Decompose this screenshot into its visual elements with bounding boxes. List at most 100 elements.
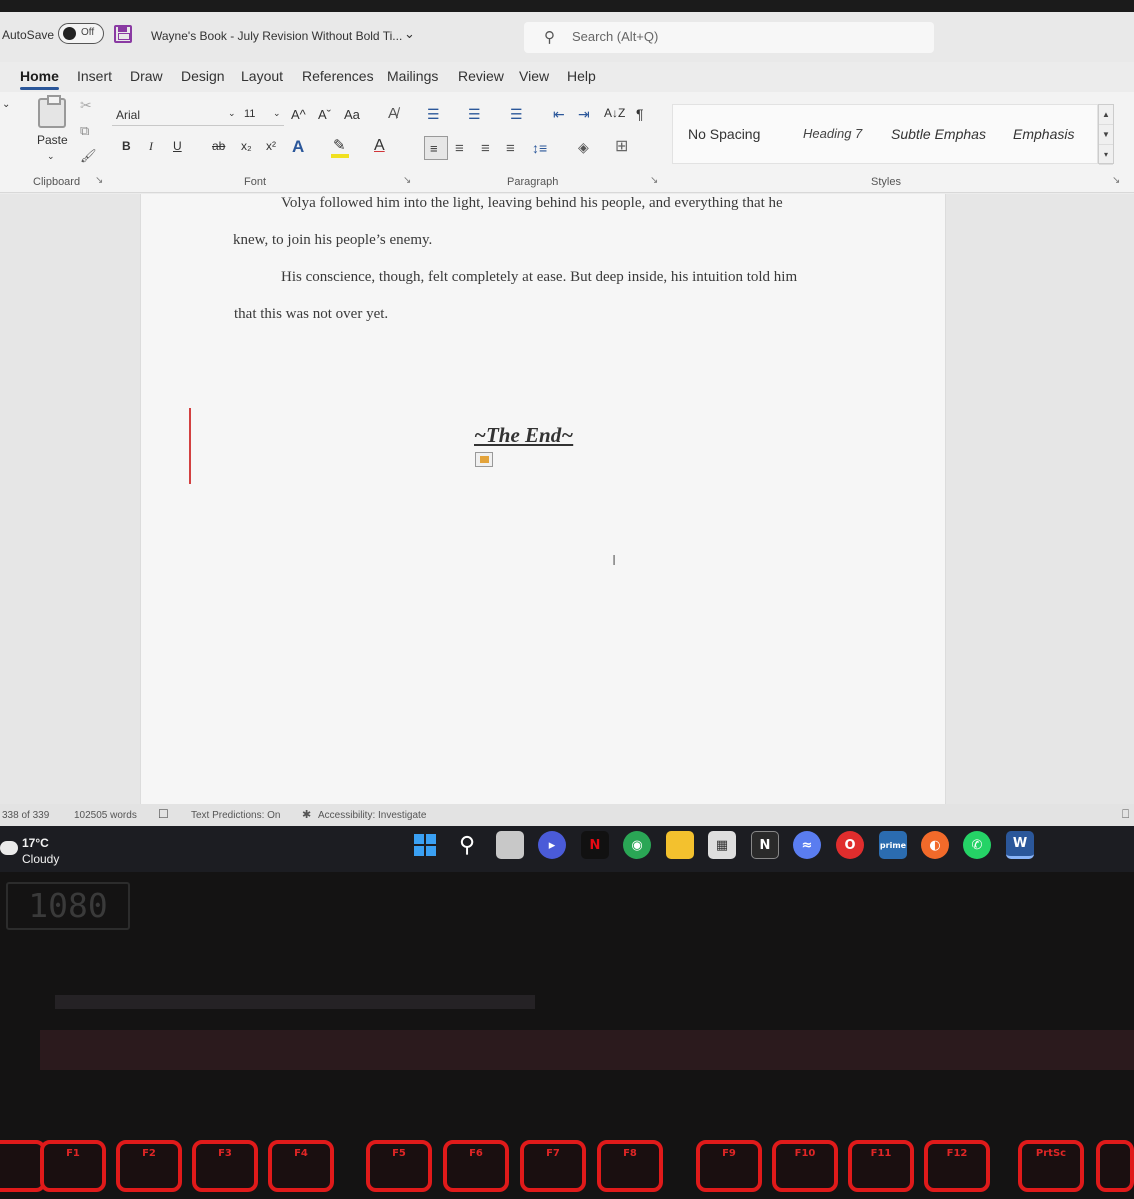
increase-indent-icon[interactable]: ⇥ <box>578 107 590 121</box>
page-count[interactable]: 338 of 339 <box>2 810 49 821</box>
styles-down-icon[interactable]: ▼ <box>1099 125 1113 145</box>
styles-scroll[interactable]: ▲ ▼ ▾ <box>1098 104 1114 165</box>
style-emphasis[interactable]: Emphasis <box>1013 126 1074 142</box>
align-right-icon[interactable]: ≡ <box>481 141 490 156</box>
key-f6[interactable]: F6 <box>443 1140 509 1192</box>
netflix-icon[interactable]: N <box>581 831 609 859</box>
borders-icon[interactable]: ⊞ <box>615 139 628 155</box>
key-f10[interactable]: F10 <box>772 1140 838 1192</box>
whatsapp-icon[interactable]: ✆ <box>963 831 991 859</box>
font-size-field[interactable]: 11 ⌄ <box>240 104 284 126</box>
styles-more-icon[interactable]: ▾ <box>1099 145 1113 165</box>
windows-start-icon[interactable] <box>411 831 439 859</box>
tab-layout[interactable]: Layout <box>241 68 283 84</box>
tab-mailings[interactable]: Mailings <box>387 68 438 84</box>
style-heading-7[interactable]: Heading 7 <box>803 126 862 141</box>
key-f9[interactable]: F9 <box>696 1140 762 1192</box>
numbering-icon[interactable]: ☰ <box>468 107 481 121</box>
clear-formatting-icon[interactable]: A̸ <box>388 106 398 121</box>
bold-button[interactable]: B <box>122 140 131 152</box>
shading-icon[interactable]: ◈ <box>578 140 589 154</box>
key-f1[interactable]: F1 <box>40 1140 106 1192</box>
font-launcher-icon[interactable]: ↘ <box>403 176 411 186</box>
view-mode-icon[interactable]: ⎕ <box>1122 807 1129 822</box>
paste-label[interactable]: Paste <box>37 134 68 146</box>
search-box[interactable]: ⚲ Search (Alt+Q) <box>524 22 934 53</box>
paragraph-line-3[interactable]: His conscience, though, felt completely … <box>281 269 797 286</box>
subscript-button[interactable]: x₂ <box>241 140 252 152</box>
bullets-icon[interactable]: ☰ <box>427 107 440 121</box>
messenger-icon[interactable]: ≈ <box>793 831 821 859</box>
paragraph-launcher-icon[interactable]: ↘ <box>650 176 658 186</box>
folder-icon[interactable] <box>666 831 694 859</box>
show-marks-button[interactable]: ¶ <box>636 107 644 121</box>
task-view-icon[interactable] <box>496 831 524 859</box>
tab-review[interactable]: Review <box>458 68 504 84</box>
accessibility-status[interactable]: Accessibility: Investigate <box>318 810 426 821</box>
sort-button[interactable]: A↓Z <box>604 107 625 119</box>
styles-launcher-icon[interactable]: ↘ <box>1112 176 1120 186</box>
change-case-button[interactable]: Aa <box>344 108 360 121</box>
word-count[interactable]: 102505 words <box>74 810 137 821</box>
proofing-icon[interactable]: ☐ <box>158 807 169 821</box>
text-effects-button[interactable]: A <box>292 138 304 155</box>
tab-view[interactable]: View <box>519 68 549 84</box>
autosave-toggle[interactable]: Off <box>58 23 104 44</box>
superscript-button[interactable]: x² <box>266 140 276 152</box>
style-no-spacing[interactable]: No Spacing <box>688 126 760 142</box>
key-delete[interactable] <box>1096 1140 1134 1192</box>
format-painter-icon[interactable]: 🖌 <box>80 149 97 162</box>
key-f8[interactable]: F8 <box>597 1140 663 1192</box>
justify-icon[interactable]: ≡ <box>506 141 515 156</box>
paste-options-icon[interactable] <box>475 452 493 467</box>
firefox-icon[interactable]: ◐ <box>921 831 949 859</box>
chrome-icon[interactable]: ◉ <box>623 831 651 859</box>
font-name-field[interactable]: Arial ⌄ <box>112 104 240 126</box>
tab-insert[interactable]: Insert <box>77 68 112 84</box>
style-subtle-emphasis[interactable]: Subtle Emphas <box>891 126 986 142</box>
cut-icon[interactable]: ✂ <box>80 98 92 112</box>
the-end-heading[interactable]: ~The End~ <box>474 423 573 448</box>
title-chevron-icon[interactable]: ⌄ <box>404 26 415 42</box>
key-f12[interactable]: F12 <box>924 1140 990 1192</box>
copy-icon[interactable]: ⧉ <box>80 124 89 137</box>
word-app-icon[interactable]: W <box>1006 831 1034 859</box>
key-f11[interactable]: F11 <box>848 1140 914 1192</box>
key-f3[interactable]: F3 <box>192 1140 258 1192</box>
prime-video-icon[interactable]: prime <box>879 831 907 859</box>
tab-references[interactable]: References <box>302 68 374 84</box>
underline-button[interactable]: U <box>173 140 182 152</box>
save-icon[interactable] <box>114 25 132 43</box>
chat-icon[interactable]: ▸ <box>538 831 566 859</box>
tab-home[interactable]: Home <box>20 68 59 90</box>
search-icon[interactable]: ⚲ <box>453 831 481 859</box>
tab-help[interactable]: Help <box>567 68 596 84</box>
weather-condition[interactable]: Cloudy <box>22 852 59 866</box>
clipboard-launcher-icon[interactable]: ↘ <box>95 176 103 186</box>
font-color-button[interactable]: A <box>374 138 385 154</box>
weather-temperature[interactable]: 17°C <box>22 836 49 850</box>
shrink-font-button[interactable]: Aˇ <box>318 108 331 121</box>
grow-font-button[interactable]: A^ <box>291 108 306 121</box>
align-left-button[interactable]: ≡ <box>424 136 448 160</box>
italic-button[interactable]: I <box>149 140 153 152</box>
multilevel-list-icon[interactable]: ☰ <box>510 107 523 121</box>
key-f7[interactable]: F7 <box>520 1140 586 1192</box>
key-prtsc[interactable]: PrtSc <box>1018 1140 1084 1192</box>
paste-icon[interactable] <box>38 95 66 128</box>
paragraph-line-4[interactable]: that this was not over yet. <box>234 306 388 323</box>
document-title[interactable]: Wayne's Book - July Revision Without Bol… <box>151 29 402 43</box>
store-icon[interactable]: ▦ <box>708 831 736 859</box>
tab-design[interactable]: Design <box>181 68 225 84</box>
paragraph-line-2[interactable]: knew, to join his people’s enemy. <box>233 232 432 249</box>
key-f4[interactable]: F4 <box>268 1140 334 1192</box>
paste-chevron-icon[interactable]: ⌄ <box>47 152 55 161</box>
collapse-chevron-icon[interactable]: ⌄ <box>2 100 10 110</box>
opera-icon[interactable]: O <box>836 831 864 859</box>
styles-up-icon[interactable]: ▲ <box>1099 105 1113 125</box>
key-f5[interactable]: F5 <box>366 1140 432 1192</box>
strikethrough-button[interactable]: ab <box>212 140 225 152</box>
decrease-indent-icon[interactable]: ⇤ <box>553 107 565 121</box>
notion-icon[interactable]: N <box>751 831 779 859</box>
text-predictions[interactable]: Text Predictions: On <box>191 810 280 821</box>
